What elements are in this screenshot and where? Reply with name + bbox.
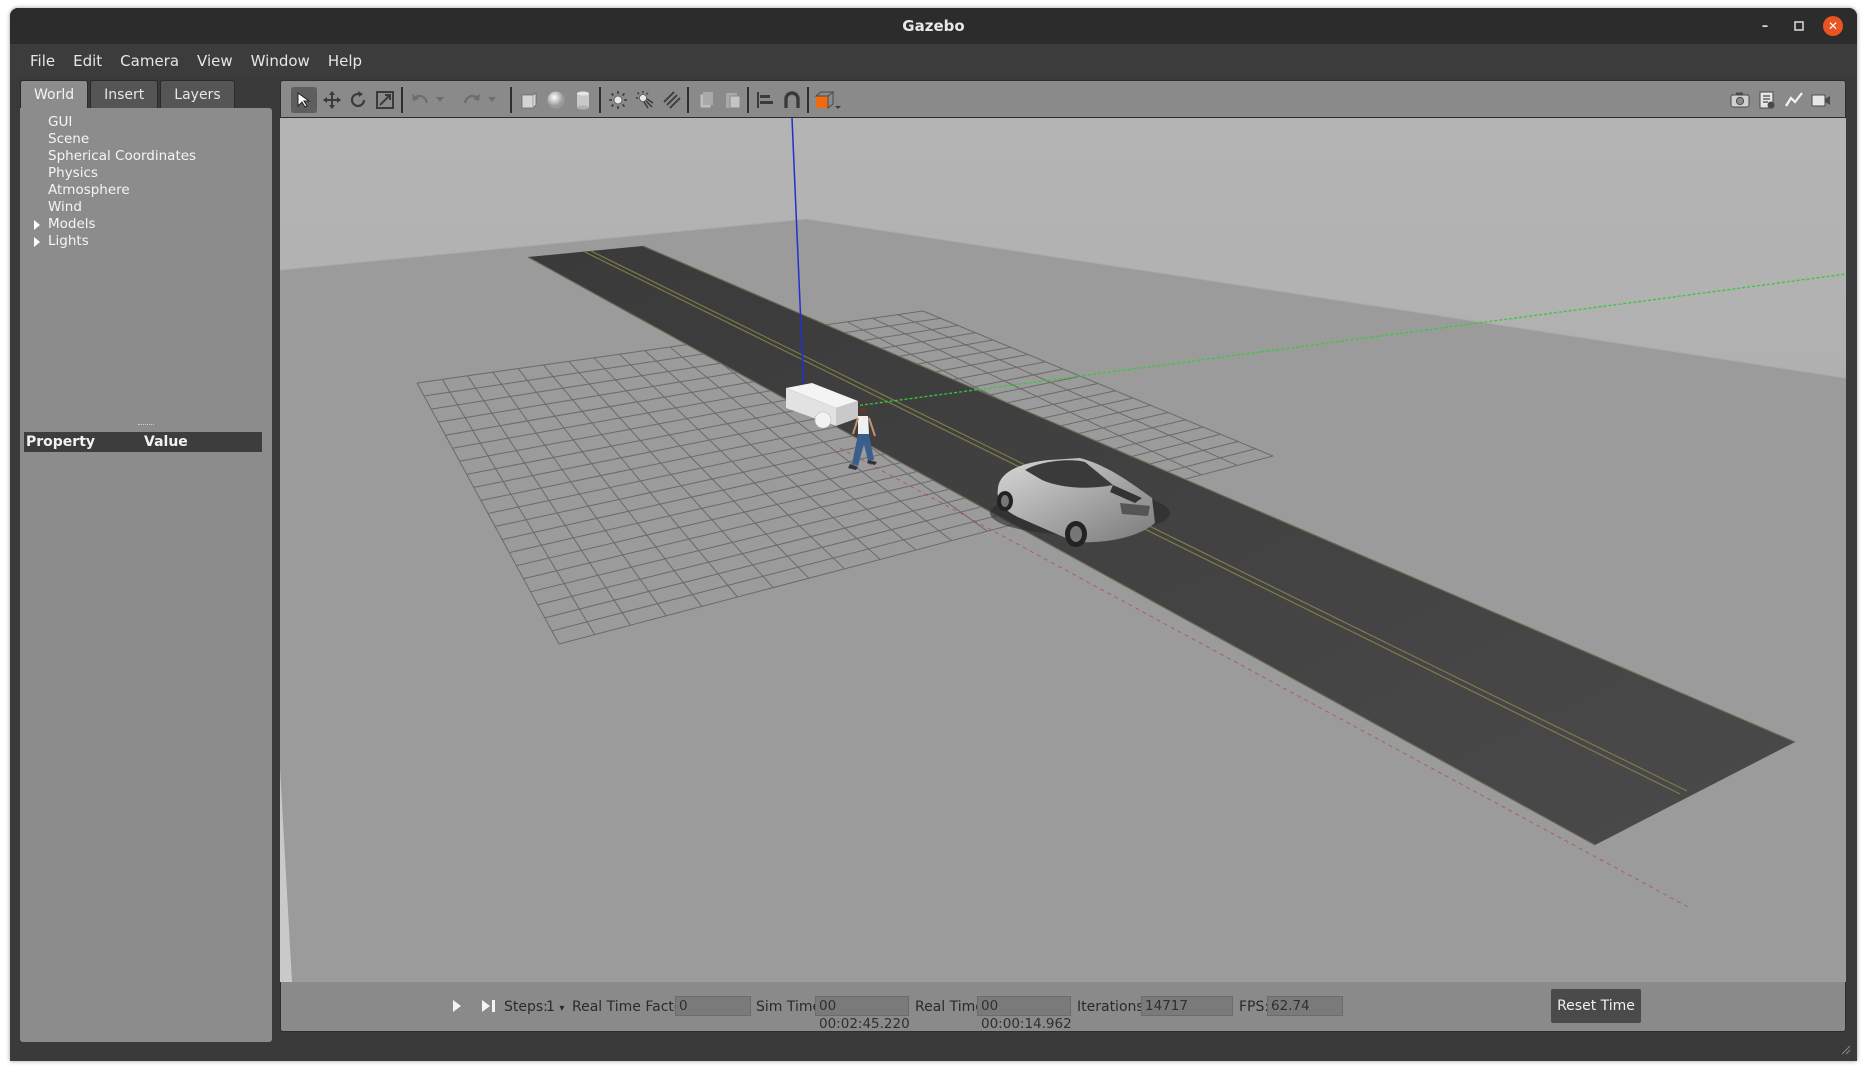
left-panel: World Insert Layers GUI Scene Spherical … [20, 80, 272, 1042]
value-column-header: Value [144, 434, 188, 450]
play-icon[interactable] [451, 998, 463, 1020]
undo-icon[interactable] [407, 87, 433, 113]
menu-help[interactable]: Help [320, 48, 370, 74]
snap-icon[interactable] [779, 87, 805, 113]
real-time-field: 00 00:00:14.962 [977, 996, 1072, 1032]
left-panel-tabs: World Insert Layers [20, 80, 235, 108]
view-angle-icon[interactable] [812, 87, 844, 113]
title-bar: Gazebo – ✕ [10, 8, 1857, 44]
point-light-icon[interactable] [605, 87, 631, 113]
step-icon[interactable] [481, 998, 497, 1020]
close-icon[interactable]: ✕ [1823, 16, 1843, 36]
directional-light-icon[interactable] [659, 87, 685, 113]
tree-item-atmosphere[interactable]: Atmosphere [20, 182, 272, 199]
tree-item-scene[interactable]: Scene [20, 131, 272, 148]
world-tab-body: GUI Scene Spherical Coordinates Physics … [20, 108, 272, 1042]
property-column-header: Property [26, 434, 96, 450]
resize-grip-icon[interactable] [1839, 1043, 1851, 1055]
menu-window[interactable]: Window [243, 48, 318, 74]
main-toolbar [280, 80, 1846, 118]
tree-item-gui[interactable]: GUI [20, 114, 272, 131]
box-shape-icon[interactable] [516, 87, 542, 113]
steps-label: Steps: [504, 999, 548, 1015]
paste-icon[interactable] [720, 87, 746, 113]
rtf-field: 0 [675, 996, 751, 1016]
window-controls: – ✕ [1755, 8, 1843, 44]
gazebo-window: Gazebo – ✕ File Edit Camera View Window … [10, 8, 1857, 1061]
scale-mode-icon[interactable] [372, 87, 398, 113]
3d-viewport[interactable] [280, 118, 1846, 982]
record-video-icon[interactable] [1808, 87, 1834, 113]
tab-insert[interactable]: Insert [90, 80, 159, 108]
spot-light-icon[interactable] [632, 87, 658, 113]
fps-label: FPS: [1239, 999, 1270, 1015]
time-panel: Steps: 1 ▾ Real Time Factor: 0 Sim Time:… [280, 982, 1846, 1032]
viewport-frame: Steps: 1 ▾ Real Time Factor: 0 Sim Time:… [280, 80, 1846, 1042]
iterations-label: Iterations: [1077, 999, 1149, 1015]
sphere-shape-icon[interactable] [543, 87, 569, 113]
redo-history-icon[interactable] [485, 87, 499, 113]
property-table-header: Property Value [24, 432, 262, 452]
translate-mode-icon[interactable] [319, 87, 345, 113]
iterations-field: 14717 [1141, 996, 1233, 1016]
maximize-icon[interactable] [1789, 16, 1809, 36]
world-tree: GUI Scene Spherical Coordinates Physics … [20, 114, 272, 250]
log-icon[interactable] [1754, 87, 1780, 113]
panel-splitter[interactable] [138, 424, 154, 428]
tree-item-physics[interactable]: Physics [20, 165, 272, 182]
select-mode-icon[interactable] [291, 87, 317, 113]
tab-world[interactable]: World [20, 80, 89, 108]
minimize-icon[interactable]: – [1755, 16, 1775, 36]
redo-icon[interactable] [459, 87, 485, 113]
scene-render[interactable] [280, 118, 1846, 982]
tree-item-spherical-coordinates[interactable]: Spherical Coordinates [20, 148, 272, 165]
reset-time-button[interactable]: Reset Time [1551, 989, 1641, 1023]
tree-item-lights[interactable]: Lights [20, 233, 272, 250]
screenshot-icon[interactable] [1727, 87, 1753, 113]
copy-icon[interactable] [693, 87, 719, 113]
menu-file[interactable]: File [22, 48, 63, 74]
tree-item-wind[interactable]: Wind [20, 199, 272, 216]
menu-bar: File Edit Camera View Window Help [10, 44, 1857, 78]
steps-value[interactable]: 1 ▾ [546, 997, 564, 1019]
plot-icon[interactable] [1781, 87, 1807, 113]
rotate-mode-icon[interactable] [345, 87, 371, 113]
menu-view[interactable]: View [189, 48, 241, 74]
cylinder-shape-icon[interactable] [570, 87, 596, 113]
tab-layers[interactable]: Layers [160, 80, 235, 108]
window-title: Gazebo [902, 17, 965, 35]
sim-time-field: 00 00:02:45.220 [815, 996, 910, 1032]
expand-arrow-icon[interactable] [34, 237, 40, 247]
menu-camera[interactable]: Camera [112, 48, 187, 74]
menu-edit[interactable]: Edit [65, 48, 110, 74]
expand-arrow-icon[interactable] [34, 220, 40, 230]
fps-field: 62.74 [1267, 996, 1343, 1016]
undo-history-icon[interactable] [433, 87, 447, 113]
align-icon[interactable] [752, 87, 778, 113]
tree-item-models[interactable]: Models [20, 216, 272, 233]
